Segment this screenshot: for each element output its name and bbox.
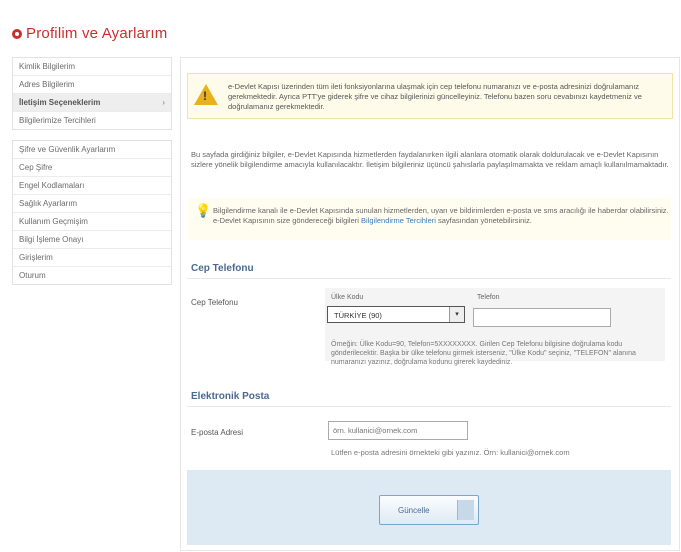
save-icon bbox=[457, 500, 474, 520]
tip-preferences-link[interactable]: Bilgilendirme Tercihleri bbox=[361, 216, 436, 225]
divider bbox=[187, 278, 671, 279]
country-code-value: TÜRKİYE (90) bbox=[334, 311, 382, 320]
chevron-right-icon: › bbox=[162, 98, 165, 107]
sidebar-item-bilgilendirme[interactable]: Bilgilerimize Tercihleri bbox=[13, 111, 171, 129]
save-button[interactable]: Güncelle bbox=[379, 495, 479, 525]
email-help-text: Lütfen e-posta adresini örnekteki gibi y… bbox=[331, 448, 570, 457]
chevron-down-icon: ▾ bbox=[449, 307, 464, 322]
email-label: E-posta Adresi bbox=[191, 428, 244, 437]
email-input[interactable] bbox=[328, 421, 468, 440]
phone-number-input[interactable] bbox=[473, 308, 611, 327]
tip-suffix: sayfasından yönetebilirsiniz. bbox=[438, 216, 532, 225]
lightbulb-icon: 💡 bbox=[195, 203, 212, 218]
sidebar: Kimlik Bilgilerim Adres Bilgilerim İleti… bbox=[12, 57, 172, 295]
main-content: ! e-Devlet Kapısı üzerinden tüm ileti fo… bbox=[180, 57, 680, 551]
sidebar-item-oturum[interactable]: Oturum bbox=[13, 266, 171, 284]
sidebar-item-label: İletişim Seçeneklerim bbox=[19, 98, 101, 107]
tip-text: Bilgilendirme kanalı ile e-Devlet Kapısı… bbox=[213, 206, 669, 226]
sidebar-item-engel[interactable]: Engel Kodlamaları bbox=[13, 176, 171, 194]
divider bbox=[187, 406, 671, 407]
sidebar-group-security: Şifre ve Güvenlik Ayarlarım Cep Şifre En… bbox=[12, 140, 172, 285]
warning-text: e-Devlet Kapısı üzerinden tüm ileti fonk… bbox=[228, 82, 642, 111]
phone-label: Cep Telefonu bbox=[191, 298, 238, 307]
sidebar-item-gecmis[interactable]: Kullanım Geçmişim bbox=[13, 212, 171, 230]
country-code-select[interactable]: TÜRKİYE (90) ▾ bbox=[327, 306, 465, 323]
page-title-text: Profilim ve Ayarlarım bbox=[26, 25, 168, 42]
sidebar-item-guvenlik[interactable]: Şifre ve Güvenlik Ayarlarım bbox=[13, 141, 171, 158]
sidebar-item-cep-sifre[interactable]: Cep Şifre bbox=[13, 158, 171, 176]
sidebar-item-iletisim[interactable]: İletişim Seçeneklerim › bbox=[13, 93, 171, 111]
sidebar-item-onay[interactable]: Bilgi İşleme Onayı bbox=[13, 230, 171, 248]
phone-help-text: Örneğin: Ülke Kodu=90, Telefon=5XXXXXXXX… bbox=[331, 341, 636, 366]
save-button-label: Güncelle bbox=[398, 506, 430, 515]
sidebar-item-saglik[interactable]: Sağlık Ayarlarım bbox=[13, 194, 171, 212]
warning-triangle-icon: ! bbox=[194, 84, 218, 105]
sidebar-item-adres[interactable]: Adres Bilgilerim bbox=[13, 75, 171, 93]
phone-number-label: Telefon bbox=[477, 294, 500, 301]
country-code-label: Ülke Kodu bbox=[331, 294, 364, 301]
warning-box: ! e-Devlet Kapısı üzerinden tüm ileti fo… bbox=[187, 73, 673, 119]
phone-section-title: Cep Telefonu bbox=[191, 263, 254, 274]
sidebar-item-girisler[interactable]: Girişlerim bbox=[13, 248, 171, 266]
sidebar-group-profile: Kimlik Bilgilerim Adres Bilgilerim İleti… bbox=[12, 57, 172, 130]
tip-box: 💡 Bilgilendirme kanalı ile e-Devlet Kapı… bbox=[187, 198, 671, 240]
email-section-title: Elektronik Posta bbox=[191, 391, 270, 402]
info-paragraph: Bu sayfada girdiğiniz bilgiler, e-Devlet… bbox=[191, 150, 669, 169]
page-title: Profilim ve Ayarlarım bbox=[12, 25, 167, 42]
sidebar-item-kimlik[interactable]: Kimlik Bilgilerim bbox=[13, 58, 171, 75]
brand-dot-icon bbox=[12, 28, 22, 39]
